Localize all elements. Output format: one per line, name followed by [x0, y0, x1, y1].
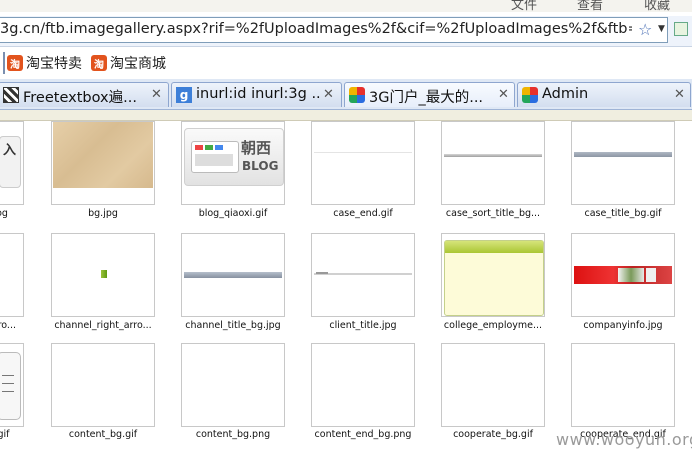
thin-line-image — [314, 273, 412, 275]
image-thumbnail[interactable] — [0, 343, 24, 427]
favorite-label: 淘宝商城 — [110, 56, 166, 72]
taobao-icon: 淘 — [7, 55, 23, 71]
close-icon[interactable]: ✕ — [498, 87, 509, 102]
tab-google-search[interactable]: g inurl:id inurl:3g ... ✕ — [171, 82, 342, 107]
menu-file[interactable]: 文件 — [511, 0, 537, 12]
tab-title: Freetextbox遍... — [23, 90, 137, 106]
image-gallery: 入 og bg.jpg 朝西 BLOG blog_qiaoxi.gif case… — [0, 121, 692, 451]
image-thumbnail[interactable] — [571, 343, 675, 427]
browser-window-icon — [191, 141, 239, 173]
url-input[interactable]: 3g.cn/ftb.imagegallery.aspx?rif=%2fUploa… — [0, 17, 668, 43]
google-icon: g — [176, 87, 192, 103]
firefox-icon — [3, 87, 19, 103]
image-name[interactable]: channel_title_bg.jpg — [163, 320, 303, 331]
image-thumbnail[interactable]: 入 — [0, 121, 24, 205]
image-name[interactable]: content_end_bg.png — [293, 429, 433, 440]
url-text: 3g.cn/ftb.imagegallery.aspx?rif=%2fUploa… — [0, 21, 632, 37]
image-thumbnail[interactable] — [571, 121, 675, 205]
image-name[interactable]: client_title.jpg — [293, 320, 433, 331]
toolbar-grip[interactable] — [3, 52, 5, 74]
partial-icon: 入 — [0, 136, 21, 188]
image-thumbnail[interactable] — [181, 343, 285, 427]
3g-portal-icon — [522, 87, 538, 103]
red-banner-image — [574, 266, 672, 284]
image-thumbnail[interactable] — [441, 233, 545, 317]
image-name[interactable]: case_end.gif — [293, 208, 433, 219]
close-icon[interactable]: ✕ — [674, 87, 685, 102]
tab-admin[interactable]: Admin ✕ — [517, 82, 691, 107]
tab-bar: Freetextbox遍... ✕ g inurl:id inurl:3g ..… — [0, 79, 692, 110]
image-name[interactable]: companyinfo.jpg — [553, 320, 692, 331]
image-name[interactable]: cooperate_bg.gif — [423, 429, 563, 440]
tab-title: Admin — [542, 86, 589, 102]
image-name[interactable]: content_bg.gif — [33, 429, 173, 440]
tab-title: 3G门户_最大的... — [369, 90, 484, 106]
taobao-icon: 淘 — [91, 55, 107, 71]
address-bar: 3g.cn/ftb.imagegallery.aspx?rif=%2fUploa… — [0, 16, 692, 47]
menu-bar: 文件 查看 收藏 — [0, 0, 692, 12]
partial-panel-image — [0, 352, 21, 420]
image-thumbnail[interactable] — [51, 121, 155, 205]
image-thumbnail[interactable] — [441, 343, 545, 427]
chevron-down-icon[interactable]: ▼ — [658, 24, 665, 34]
favorite-taobao-mall[interactable]: 淘 淘宝商城 — [91, 54, 166, 72]
favorites-bar: 淘 淘宝特卖 淘 淘宝商城 — [0, 47, 692, 80]
tab-title: inurl:id inurl:3g ... — [196, 86, 320, 102]
image-thumbnail[interactable] — [181, 233, 285, 317]
image-thumbnail[interactable] — [571, 233, 675, 317]
image-thumbnail[interactable] — [311, 343, 415, 427]
blog-logo-subtitle: BLOG — [242, 159, 279, 173]
gray-line-image — [444, 154, 542, 157]
image-thumbnail[interactable] — [311, 233, 415, 317]
star-icon[interactable]: ☆ — [638, 20, 652, 39]
3g-portal-icon — [349, 87, 365, 103]
watermark: www.wooyun.org — [556, 430, 692, 449]
close-icon[interactable]: ✕ — [323, 87, 334, 102]
image-name[interactable]: content_bg.png — [163, 429, 303, 440]
gray-line-image — [184, 272, 282, 278]
favorite-taobao-temai[interactable]: 淘 淘宝特卖 — [7, 54, 82, 72]
tab-freetextbox[interactable]: Freetextbox遍... ✕ — [0, 82, 169, 107]
image-name[interactable]: blog_qiaoxi.gif — [163, 208, 303, 219]
image-name[interactable]: college_employme... — [423, 320, 563, 331]
image-name[interactable]: case_title_bg.gif — [553, 208, 692, 219]
image-thumbnail[interactable] — [311, 121, 415, 205]
tab-3g-portal[interactable]: 3G门户_最大的... ✕ — [344, 82, 515, 107]
image-thumbnail[interactable] — [441, 121, 545, 205]
close-icon[interactable]: ✕ — [151, 87, 162, 102]
image-thumbnail[interactable] — [51, 233, 155, 317]
favorite-label: 淘宝特卖 — [26, 56, 82, 72]
blog-logo-image: 朝西 BLOG — [184, 128, 284, 186]
paper-texture-image — [53, 122, 153, 188]
yellow-panel-image — [444, 240, 544, 316]
thin-line-accent — [316, 272, 328, 274]
image-name[interactable]: case_sort_title_bg... — [423, 208, 563, 219]
faint-line-image — [314, 152, 412, 153]
arrow-icon — [101, 270, 107, 278]
panel-header-bar — [445, 241, 543, 253]
image-thumbnail[interactable] — [0, 233, 24, 317]
info-strip — [0, 110, 692, 121]
page-icon[interactable] — [674, 22, 688, 36]
image-name[interactable]: bg.jpg — [33, 208, 173, 219]
image-thumbnail[interactable]: 朝西 BLOG — [181, 121, 285, 205]
image-thumbnail[interactable] — [51, 343, 155, 427]
menu-view[interactable]: 查看 — [577, 0, 603, 12]
gray-line-image — [574, 152, 672, 157]
menu-favorites[interactable]: 收藏 — [644, 0, 670, 12]
image-name[interactable]: channel_right_arro... — [33, 320, 173, 331]
partial-icon-text: 入 — [3, 143, 17, 158]
blog-logo-title: 朝西 — [241, 139, 272, 157]
